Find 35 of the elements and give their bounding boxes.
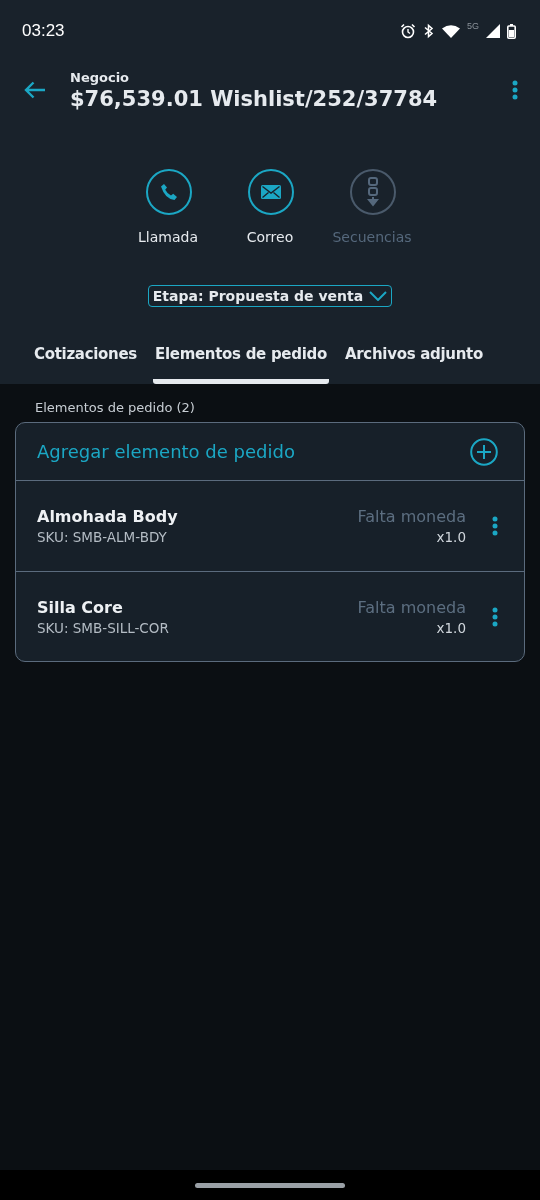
chevron-down-icon	[369, 291, 388, 301]
item-sku: SKU: SMB-ALM-BDY	[37, 529, 168, 545]
back-icon[interactable]	[24, 81, 46, 99]
add-icon	[470, 437, 498, 466]
home-indicator[interactable]	[195, 1182, 345, 1188]
item-quantity: x1.0	[436, 619, 466, 636]
item-quantity: x1.0	[436, 529, 466, 545]
item-price: Falta moneda	[357, 507, 466, 526]
more-icon[interactable]	[512, 80, 518, 100]
item-name: Almohada Body	[37, 507, 179, 526]
stage-dropdown[interactable]: Etapa: Propuesta de venta	[147, 285, 393, 307]
item-name: Silla Core	[37, 597, 124, 617]
add-item-button[interactable]: Agregar elemento de pedido	[16, 423, 524, 481]
bluetooth-icon	[423, 23, 435, 39]
sequence-icon	[367, 177, 379, 207]
more-icon[interactable]	[492, 606, 498, 627]
envelope-icon	[261, 185, 281, 199]
mail-action-button[interactable]: Correo	[226, 169, 314, 245]
signal-icon	[486, 24, 500, 38]
tab[interactable]: Archivos adjunto	[342, 345, 485, 384]
alarm-icon	[400, 23, 416, 39]
status-time: 03:23	[22, 21, 65, 41]
item-sku: SKU: SMB-SILL-COR	[37, 619, 170, 636]
page-title: $76,539.01 Wishlist/252/37784	[70, 86, 439, 111]
network-type: 5G	[467, 21, 479, 31]
battery-icon	[507, 23, 516, 39]
phone-action-button[interactable]: Llamada	[124, 169, 212, 245]
page-subtitle: Negocio	[70, 69, 131, 85]
wifi-icon	[442, 24, 460, 38]
item-price: Falta moneda	[357, 597, 466, 617]
tab[interactable]: Cotizaciones	[32, 345, 139, 384]
section-title: Elementos de pedido (2)	[35, 400, 196, 415]
phone-icon	[160, 183, 178, 201]
more-icon[interactable]	[492, 516, 498, 536]
tab[interactable]: Elementos de pedido	[153, 345, 329, 384]
